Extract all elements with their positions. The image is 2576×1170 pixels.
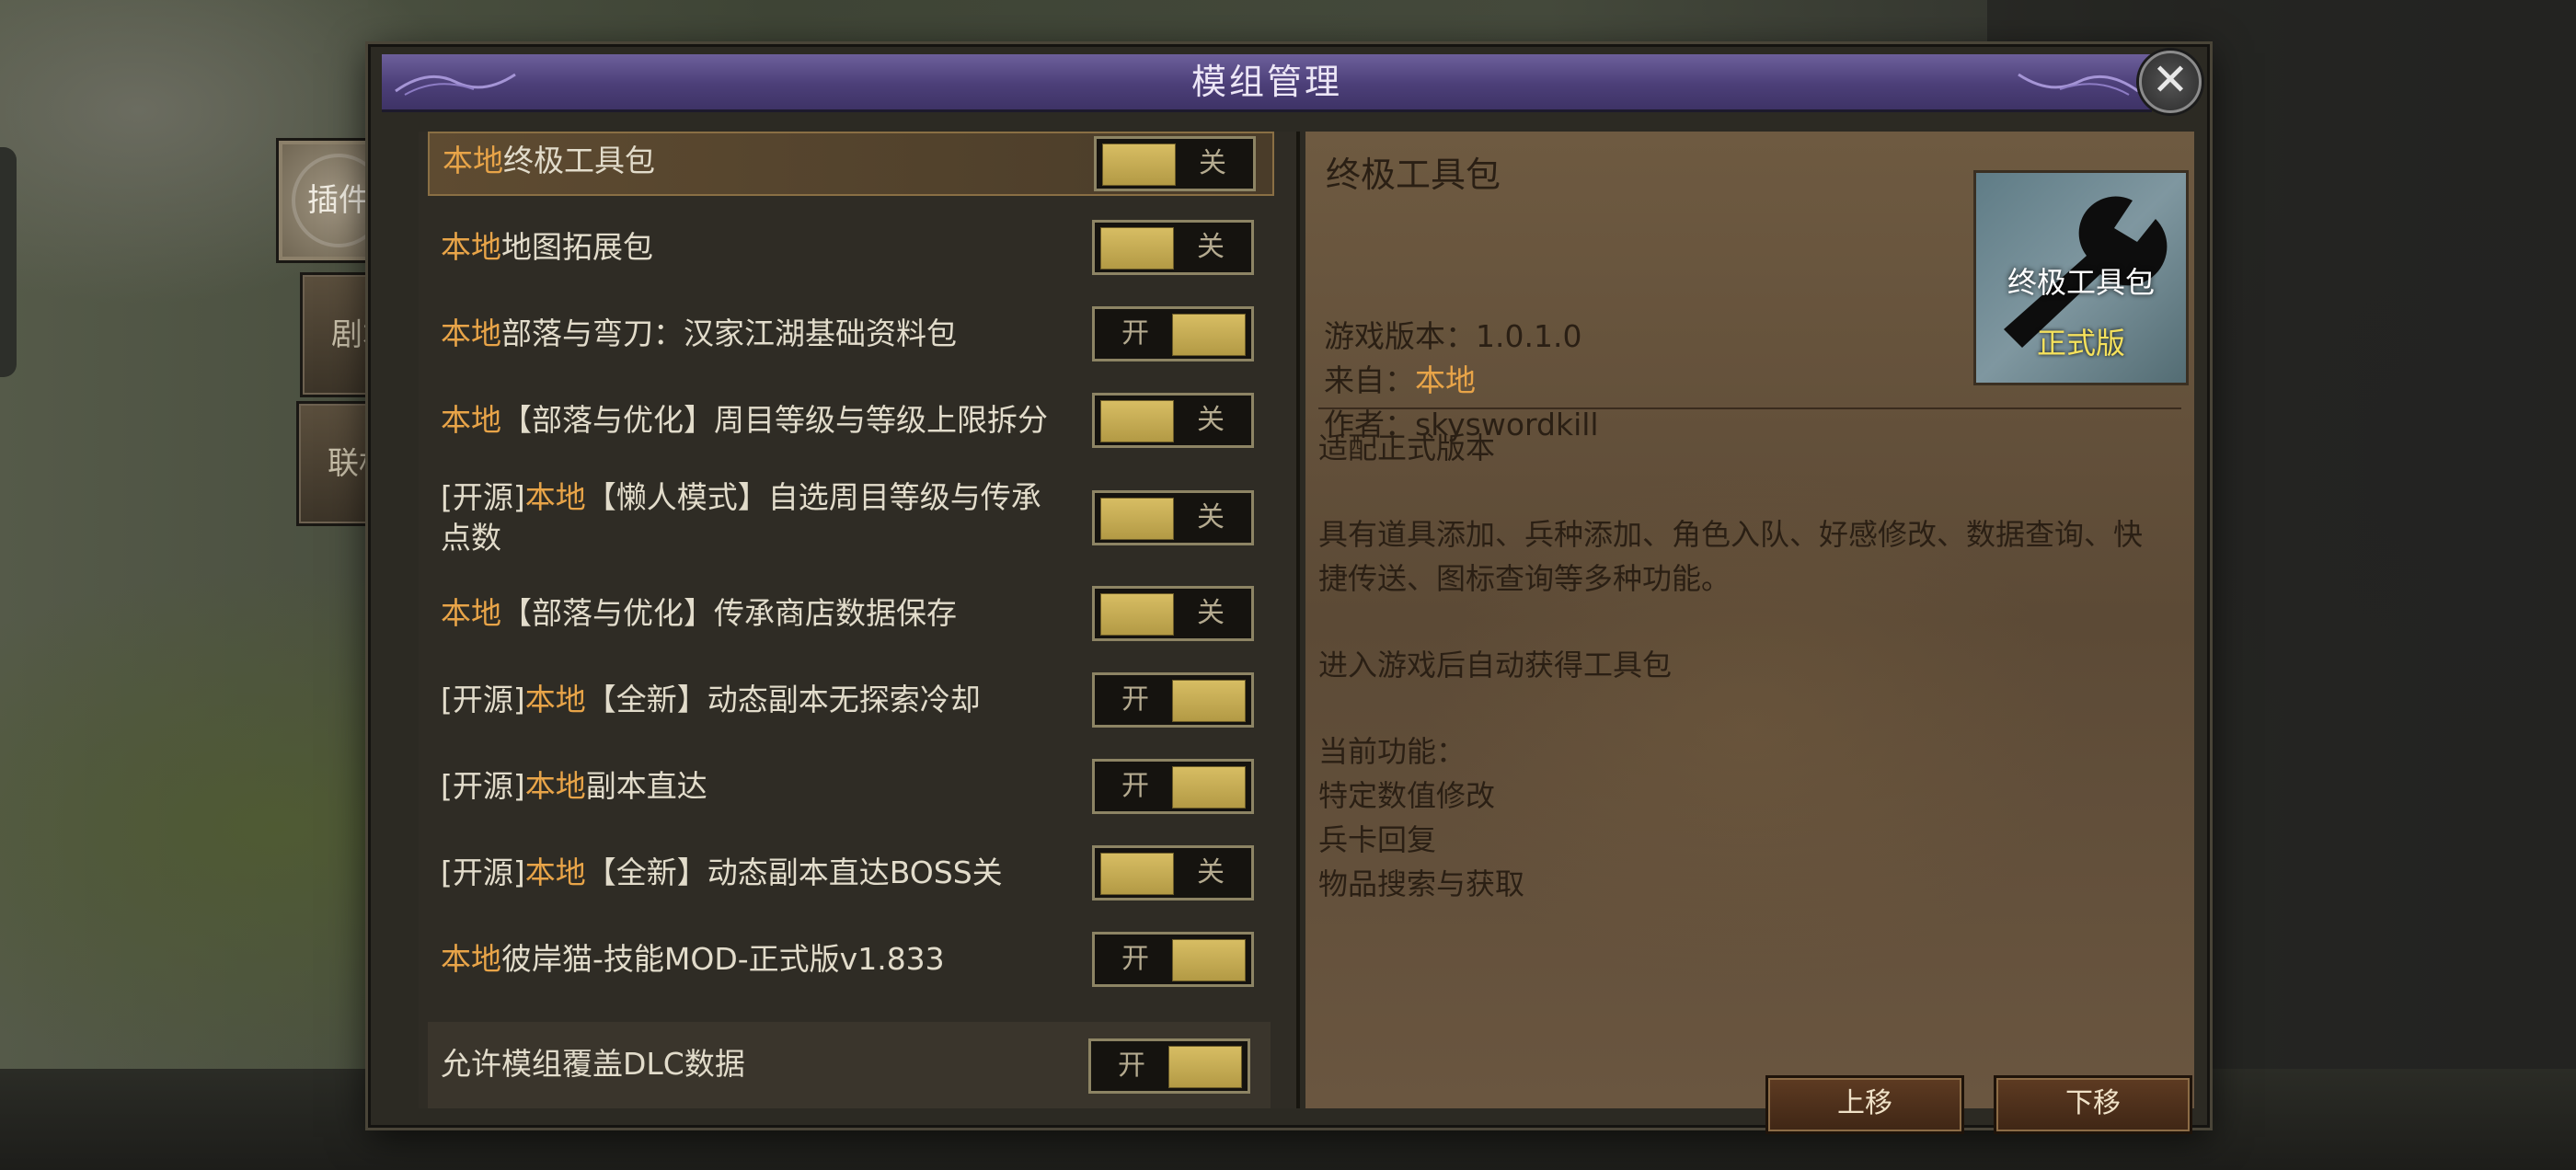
detail-source: 来自：本地 [1324, 362, 1476, 398]
tab-plugins-label: 插件 [307, 182, 370, 219]
mod-row[interactable]: 本地部落与弯刀：汉家江湖基础资料包 开 [428, 297, 1271, 371]
mod-row[interactable]: [开源]本地【全新】动态副本直达BOSS关 关 [428, 836, 1271, 910]
mod-toggle[interactable]: 关 [1092, 393, 1254, 448]
mod-name: [开源]本地副本直达 [441, 768, 707, 804]
mod-toggle[interactable]: 开 [1092, 932, 1254, 987]
mod-source: 本地 [441, 315, 501, 351]
mod-name: [开源]本地【全新】动态副本直达BOSS关 [441, 855, 1003, 890]
mod-toggle[interactable]: 开 [1092, 672, 1254, 728]
mod-prefix: [开源] [441, 479, 525, 515]
toggle-knob [1100, 853, 1174, 895]
toggle-label: 关 [1197, 404, 1225, 436]
toggle-label: 开 [1121, 317, 1149, 350]
toggle-knob [1100, 498, 1174, 540]
dialog-title-bar: 模组管理 [382, 54, 2152, 112]
mod-toggle[interactable]: 关 [1094, 136, 1256, 191]
mod-row[interactable]: 本地终极工具包 关 [428, 132, 1274, 196]
toggle-knob [1172, 680, 1246, 722]
mod-row[interactable]: [开源]本地【全新】动态副本无探索冷却 开 [428, 663, 1271, 737]
mod-toggle[interactable]: 关 [1092, 586, 1254, 641]
mod-name: 本地【部落与优化】传承商店数据保存 [441, 595, 957, 631]
background-left-handle [0, 147, 17, 377]
toggle-knob [1168, 1046, 1242, 1088]
toggle-label: 开 [1118, 1050, 1145, 1082]
detail-desc-line: 捷传送、图标查询等多种功能。 [1318, 561, 1731, 596]
mod-row[interactable]: 本地地图拓展包 关 [428, 211, 1271, 284]
mod-list-panel: 本地终极工具包 关 本地地图拓展包 关 本地部落与弯刀：汉家江湖基础资料包 开 [419, 132, 1300, 1108]
mod-source: 本地 [441, 941, 501, 977]
mod-name: 本地地图拓展包 [441, 229, 653, 265]
mod-row[interactable]: 本地【部落与优化】周目等级与等级上限拆分 关 [428, 384, 1271, 457]
thumbnail-title: 终极工具包 [2007, 265, 2155, 300]
mod-name: [开源]本地【懒人模式】自选周目等级与传承 点数 [441, 479, 1041, 556]
toggle-label: 关 [1197, 856, 1225, 889]
mod-source: 本地 [441, 402, 501, 438]
mod-row[interactable]: [开源]本地【懒人模式】自选周目等级与传承 点数 关 [428, 472, 1271, 564]
toggle-knob [1100, 593, 1174, 636]
mod-toggle[interactable]: 开 [1092, 759, 1254, 814]
mod-toggle[interactable]: 关 [1092, 490, 1254, 545]
detail-title: 终极工具包 [1326, 155, 1501, 195]
title-ornament-left-icon [395, 73, 516, 96]
toggle-knob [1100, 400, 1174, 442]
detail-desc-line: 特定数值修改 [1318, 778, 1496, 813]
detail-desc-line: 进入游戏后自动获得工具包 [1318, 648, 1673, 682]
toggle-knob [1100, 227, 1174, 270]
move-down-button[interactable]: 下移 [1994, 1075, 2192, 1134]
mod-name: [开源]本地【全新】动态副本无探索冷却 [441, 682, 981, 717]
mod-name: 本地终极工具包 [443, 143, 655, 178]
mod-source: 本地 [441, 595, 501, 631]
detail-desc-line: 具有道具添加、兵种添加、角色入队、好感修改、数据查询、快 [1318, 517, 2144, 552]
mod-prefix: [开源] [441, 855, 525, 890]
toggle-label: 开 [1121, 943, 1149, 975]
mod-toggle[interactable]: 关 [1092, 845, 1254, 900]
mod-prefix: [开源] [441, 768, 525, 804]
toggle-label: 关 [1197, 231, 1225, 263]
mod-thumbnail: 终极工具包 正式版 [1973, 170, 2189, 385]
toggle-label: 关 [1197, 597, 1225, 629]
mod-toggle[interactable]: 关 [1092, 220, 1254, 275]
mod-name: 本地彼岸猫-技能MOD-正式版v1.833 [441, 941, 945, 977]
toggle-label: 关 [1197, 501, 1225, 533]
mod-toggle[interactable]: 开 [1092, 306, 1254, 361]
move-up-button[interactable]: 上移 [1765, 1075, 1964, 1134]
detail-desc-line: 适配正式版本 [1318, 430, 1496, 465]
title-ornament-right-icon [2018, 73, 2139, 96]
close-button[interactable]: ✕ [2139, 51, 2202, 113]
close-icon: ✕ [2151, 54, 2190, 106]
toggle-knob [1172, 314, 1246, 356]
mod-source: 本地 [524, 768, 586, 804]
mod-source: 本地 [524, 682, 586, 717]
detail-desc-line: 物品搜索与获取 [1318, 866, 1525, 901]
toggle-label: 开 [1121, 770, 1149, 802]
mod-name: 本地【部落与优化】周目等级与等级上限拆分 [441, 402, 1048, 438]
mod-source: 本地 [441, 229, 501, 265]
mod-name: 本地部落与弯刀：汉家江湖基础资料包 [441, 315, 957, 351]
detail-version: 游戏版本：1.0.1.0 [1324, 318, 1582, 354]
mod-row[interactable]: 本地【部落与优化】传承商店数据保存 关 [428, 577, 1271, 650]
mod-source: 本地 [524, 479, 586, 515]
toggle-knob [1172, 939, 1246, 981]
mod-prefix: [开源] [441, 682, 525, 717]
mod-detail-panel: 终极工具包 游戏版本：1.0.1.0 来自：本地 作者：skyswordkill… [1305, 132, 2194, 1134]
dialog-title: 模组管理 [1190, 62, 1342, 102]
dlc-override-row[interactable]: 允许模组覆盖DLC数据 开 [428, 1022, 1271, 1108]
toggle-knob [1102, 143, 1176, 186]
detail-divider [1318, 407, 2181, 409]
detail-desc-line: 当前功能： [1318, 734, 1466, 769]
mod-row[interactable]: [开源]本地副本直达 开 [428, 750, 1271, 823]
thumbnail-edition: 正式版 [2036, 326, 2125, 361]
detail-desc-line: 兵卡回复 [1318, 822, 1437, 857]
dlc-override-label: 允许模组覆盖DLC数据 [441, 1046, 745, 1082]
toggle-knob [1172, 766, 1246, 809]
mod-source: 本地 [443, 143, 503, 178]
dlc-override-toggle[interactable]: 开 [1088, 1038, 1250, 1094]
mod-row[interactable]: 本地彼岸猫-技能MOD-正式版v1.833 开 [428, 923, 1271, 996]
toggle-label: 关 [1199, 147, 1226, 179]
toggle-label: 开 [1121, 683, 1149, 716]
mod-manager-dialog: 模组管理 ✕ 本地终极工具包 关 本地地图拓展包 关 本地部落与弯刀：汉家江湖基… [368, 44, 2210, 1134]
mod-source: 本地 [524, 855, 586, 890]
